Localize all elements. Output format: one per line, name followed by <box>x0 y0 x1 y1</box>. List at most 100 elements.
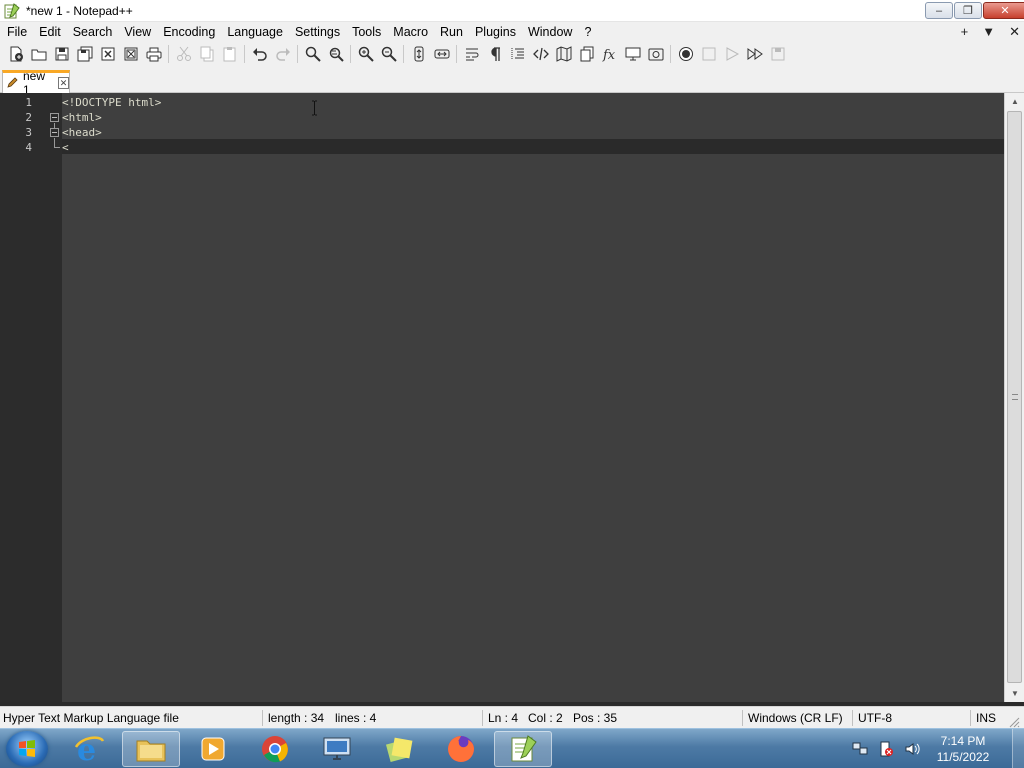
menu-file[interactable]: File <box>0 22 33 42</box>
zoom-out-icon[interactable] <box>377 43 400 65</box>
show-desktop-button[interactable] <box>1012 729 1024 768</box>
redo-icon[interactable] <box>271 43 294 65</box>
close-tab-icon[interactable]: ✕ <box>1009 22 1020 42</box>
status-divider <box>482 710 483 726</box>
undo-icon[interactable] <box>248 43 271 65</box>
show-all-chars-icon[interactable] <box>483 43 506 65</box>
menu-bar: File Edit Search View Encoding Language … <box>0 22 1024 42</box>
line-number-gutter: 1 2 3 4 <box>0 93 46 702</box>
code-line[interactable]: <html> <box>62 110 102 125</box>
clock-date: 11/5/2022 <box>936 750 990 764</box>
sync-vertical-icon[interactable] <box>407 43 430 65</box>
close-window-button[interactable]: ✕ <box>983 2 1024 19</box>
close-icon[interactable] <box>96 43 119 65</box>
status-divider <box>970 710 971 726</box>
status-encoding[interactable]: UTF-8 <box>858 707 892 729</box>
toolbar-separator <box>168 45 169 63</box>
run-macro-multiple-icon[interactable] <box>743 43 766 65</box>
line-number: 2 <box>25 111 32 124</box>
action-center-icon[interactable] <box>876 739 896 759</box>
new-file-icon[interactable] <box>4 43 27 65</box>
zoom-in-icon[interactable] <box>354 43 377 65</box>
copy-icon[interactable] <box>195 43 218 65</box>
save-macro-icon[interactable] <box>766 43 789 65</box>
network-icon[interactable] <box>850 739 870 759</box>
scroll-down-arrow[interactable]: ▼ <box>1005 685 1024 702</box>
chrome-icon[interactable] <box>246 731 304 767</box>
tab-bar: new 1 ✕ <box>0 66 1024 97</box>
indent-guide-icon[interactable] <box>506 43 529 65</box>
menu-edit[interactable]: Edit <box>33 22 67 42</box>
tab-new-1[interactable]: new 1 ✕ <box>2 69 70 97</box>
document-list-icon[interactable] <box>575 43 598 65</box>
status-line-number: Ln : 4 <box>488 711 519 725</box>
volume-icon[interactable] <box>902 739 922 759</box>
cut-icon[interactable] <box>172 43 195 65</box>
save-all-icon[interactable] <box>73 43 96 65</box>
play-macro-icon[interactable] <box>720 43 743 65</box>
maximize-button[interactable]: ❐ <box>954 2 982 19</box>
sticky-notes-icon[interactable] <box>370 731 428 767</box>
toolbar-separator <box>403 45 404 63</box>
paste-icon[interactable] <box>218 43 241 65</box>
remote-desktop-icon[interactable] <box>308 731 366 767</box>
status-bar: Hyper Text Markup Language file length :… <box>0 706 1024 728</box>
menu-encoding[interactable]: Encoding <box>157 22 221 42</box>
scroll-up-arrow[interactable]: ▲ <box>1005 93 1024 110</box>
open-file-icon[interactable] <box>27 43 50 65</box>
toolbar-separator <box>244 45 245 63</box>
menu-plugins[interactable]: Plugins <box>469 22 522 42</box>
taskbar-clock[interactable]: 7:14 PM 11/5/2022 <box>928 733 998 765</box>
find-icon[interactable] <box>301 43 324 65</box>
code-line[interactable]: <head> <box>62 125 102 140</box>
menu-tools[interactable]: Tools <box>346 22 387 42</box>
new-tab-icon[interactable]: + <box>961 22 969 42</box>
menu-run[interactable]: Run <box>434 22 469 42</box>
current-line-highlight <box>62 139 1004 154</box>
media-player-icon[interactable] <box>184 731 242 767</box>
notepad-plus-plus-icon[interactable] <box>494 731 552 767</box>
monitoring-icon[interactable] <box>621 43 644 65</box>
scrollbar-thumb[interactable] <box>1007 111 1022 683</box>
sync-horizontal-icon[interactable] <box>430 43 453 65</box>
function-list-icon[interactable]: fx <box>598 43 621 65</box>
menu-view[interactable]: View <box>118 22 157 42</box>
print-icon[interactable] <box>142 43 165 65</box>
internet-explorer-icon[interactable]: e <box>60 731 118 767</box>
minimize-button[interactable]: – <box>925 2 953 19</box>
status-insert-mode[interactable]: INS <box>976 707 996 729</box>
status-eol-format[interactable]: Windows (CR LF) <box>748 707 843 729</box>
menu-window[interactable]: Window <box>522 22 578 42</box>
close-all-icon[interactable] <box>119 43 142 65</box>
tab-close-icon[interactable]: ✕ <box>57 77 69 89</box>
menu-macro[interactable]: Macro <box>387 22 434 42</box>
notepad-plus-plus-app-icon[interactable] <box>4 2 20 19</box>
code-line[interactable]: < <box>62 140 69 155</box>
toolbar-separator <box>350 45 351 63</box>
stop-macro-icon[interactable] <box>697 43 720 65</box>
record-macro-icon[interactable] <box>674 43 697 65</box>
tab-list-dropdown-icon[interactable]: ▼ <box>982 22 995 42</box>
scrollbar-grip <box>1012 394 1018 400</box>
fold-toggle-icon[interactable] <box>50 113 59 122</box>
fold-end-marker <box>54 147 60 148</box>
toolbar: fx <box>0 42 1024 66</box>
menu-help[interactable]: ? <box>578 22 597 42</box>
code-line[interactable]: <!DOCTYPE html> <box>62 95 161 110</box>
menu-language[interactable]: Language <box>221 22 289 42</box>
firefox-icon[interactable] <box>432 731 490 767</box>
pencil-icon <box>7 76 19 91</box>
document-map-icon[interactable] <box>552 43 575 65</box>
folder-workspace-icon[interactable] <box>644 43 667 65</box>
code-text-area[interactable]: <!DOCTYPE html> <html> <head> < <box>62 93 1004 702</box>
file-explorer-icon[interactable] <box>122 731 180 767</box>
menu-search[interactable]: Search <box>67 22 119 42</box>
xml-tag-icon[interactable] <box>529 43 552 65</box>
word-wrap-icon[interactable] <box>460 43 483 65</box>
vertical-scrollbar[interactable]: ▲ ▼ <box>1004 93 1024 702</box>
replace-icon[interactable] <box>324 43 347 65</box>
fold-toggle-icon[interactable] <box>50 128 59 137</box>
start-button[interactable] <box>6 731 48 767</box>
menu-settings[interactable]: Settings <box>289 22 346 42</box>
save-icon[interactable] <box>50 43 73 65</box>
